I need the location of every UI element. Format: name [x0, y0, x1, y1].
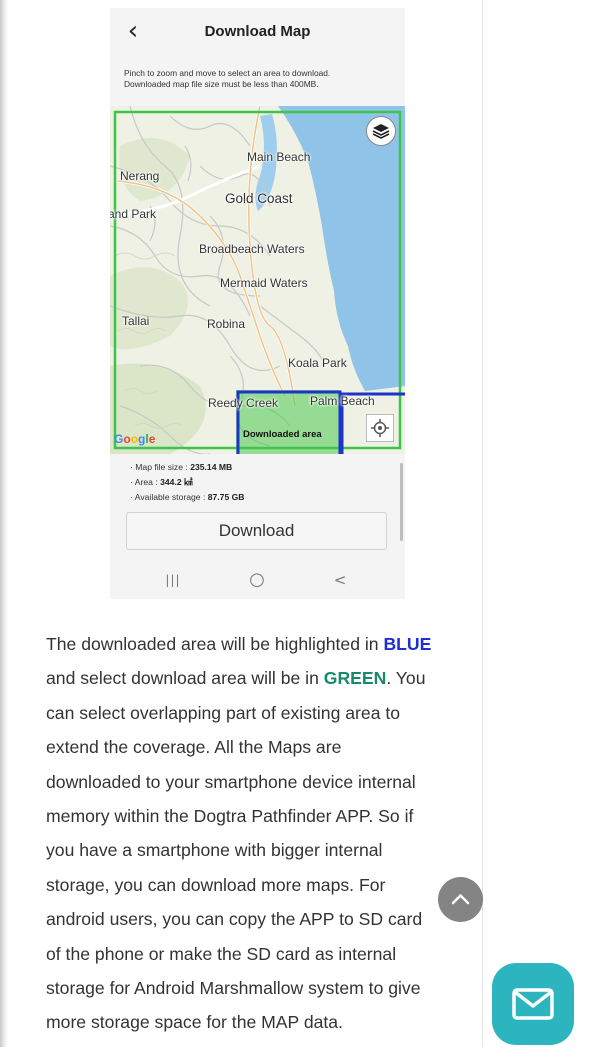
article-line: memory within the Dogtra Pathfinder APP.… — [46, 806, 414, 827]
app-screenshot: ‹ Download Map Pinch to zoom and move to… — [110, 8, 405, 599]
article-line: of the phone or make the SD card as inte… — [46, 943, 397, 964]
instructions: Pinch to zoom and move to select an area… — [124, 68, 394, 90]
file-size-label: Map file size : — [135, 462, 191, 472]
locate-button[interactable] — [366, 414, 394, 442]
storage-row: · Available storage : 87.75 GB — [130, 492, 245, 502]
article-line: downloaded to your smartphone device int… — [46, 771, 416, 792]
scroll-to-top-button[interactable] — [438, 877, 483, 922]
map-label: Palm Beach — [310, 394, 375, 408]
scrollbar[interactable] — [400, 463, 403, 541]
storage-value: 87.75 GB — [207, 492, 245, 502]
recent-apps-button[interactable]: ||| — [158, 568, 188, 592]
article-line: and select download area will be in GREE… — [46, 661, 476, 695]
map-label: Tallai — [122, 314, 150, 328]
file-size-row: · Map file size : 235.14 MB — [130, 462, 233, 472]
article-line: extend the coverage. All the Maps are — [46, 737, 342, 758]
map-label: and Park — [110, 207, 157, 221]
article-line: android users, you can copy the APP to S… — [46, 909, 423, 930]
area-label: Area : — [134, 477, 161, 487]
article-line: The downloaded area will be highlighted … — [46, 627, 476, 661]
storage-label: Available storage : — [134, 492, 208, 502]
android-navbar: ||| ○ < — [110, 562, 405, 599]
area-value: 344.2 ㎢ — [160, 477, 193, 487]
chevron-up-icon — [451, 894, 470, 905]
article-line: storage for Android Marshmallow system t… — [46, 978, 421, 999]
map-info: · Map file size : 235.14 MB · Area : 344… — [130, 460, 245, 505]
map-view[interactable]: Main Beach Nerang and Park Gold Coast Br… — [110, 106, 405, 454]
blue-highlight: BLUE — [383, 634, 432, 654]
app-header: ‹ Download Map — [110, 8, 405, 56]
text-segment: and select download area will be in — [46, 668, 324, 689]
page-title: Download Map — [204, 23, 311, 40]
mail-icon — [512, 988, 554, 1020]
text-segment: . You — [386, 668, 426, 689]
google-logo: Google — [114, 432, 156, 446]
crosshair-icon — [371, 419, 389, 437]
instruction-line: Downloaded map file size must be less th… — [124, 79, 319, 89]
map-label: Gold Coast — [225, 191, 293, 206]
article-line: you have a smartphone with bigger intern… — [46, 840, 383, 861]
map-label: Reedy Creek — [208, 396, 279, 410]
article-line: storage, you can download more maps. For — [46, 874, 386, 895]
text-segment: The downloaded area will be highlighted … — [46, 634, 384, 654]
map-label: Koala Park — [288, 356, 347, 370]
article-text: The downloaded area will be highlighted … — [46, 627, 476, 1040]
map-label: Nerang — [120, 169, 160, 183]
page-left-edge — [0, 0, 8, 1047]
layers-button[interactable] — [366, 116, 396, 146]
instruction-line: Pinch to zoom and move to select an area… — [124, 68, 331, 78]
home-button[interactable]: ○ — [242, 568, 272, 592]
download-button[interactable]: Download — [126, 512, 387, 550]
map-label: Robina — [207, 317, 246, 331]
contact-mail-button[interactable] — [492, 963, 574, 1045]
map-label: Mermaid Waters — [220, 276, 308, 290]
article-line: more storage space for the MAP data. — [46, 1012, 343, 1033]
layers-icon — [372, 124, 390, 139]
green-highlight: GREEN — [323, 668, 387, 689]
downloaded-area-label: Downloaded area — [243, 429, 322, 440]
map-label: Main Beach — [247, 150, 311, 164]
area-row: · Area : 344.2 ㎢ — [130, 477, 193, 487]
map-label: Broadbeach Waters — [199, 242, 305, 256]
system-back-button[interactable]: < — [325, 568, 355, 592]
article-line: can select overlapping part of existing … — [46, 702, 401, 723]
file-size-value: 235.14 MB — [190, 462, 233, 472]
